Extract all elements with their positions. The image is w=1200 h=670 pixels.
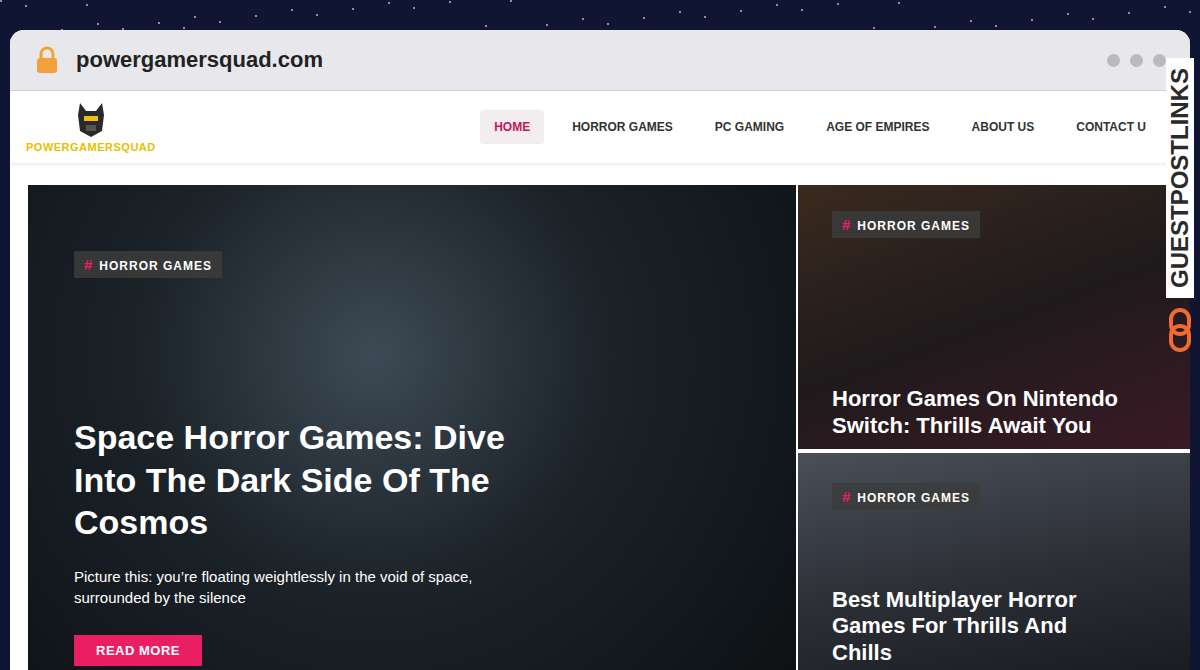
nav-item[interactable]: HORROR GAMES [558, 110, 687, 144]
star [183, 27, 185, 29]
link-icon [1168, 308, 1192, 352]
page: powergamersquad.comPOWERGAMERSQUADHOMEHO… [0, 0, 1200, 670]
window-dot[interactable] [1130, 54, 1143, 67]
star [1189, 11, 1191, 13]
star [1128, 12, 1130, 14]
star [995, 25, 997, 27]
lock-icon [34, 46, 60, 74]
nav-item[interactable]: HOME [480, 110, 544, 144]
star [158, 22, 160, 24]
post-tag[interactable]: #HORROR GAMES [832, 483, 980, 510]
star [61, 29, 63, 31]
main-nav: HOME HORROR GAMES PC GAMING AGE OF EMPIRES A… [480, 110, 1160, 144]
side-post[interactable]: #HORROR GAMES Best Multiplayer Horror Gam… [798, 453, 1190, 670]
star [679, 11, 681, 13]
hero-title[interactable]: Space Horror Games: Dive Into The Dark S… [74, 416, 544, 544]
browser-bar: powergamersquad.com [10, 30, 1190, 91]
star [485, 25, 487, 27]
star [97, 23, 99, 25]
star [510, 0, 512, 2]
robot-icon [74, 101, 108, 139]
post-tag[interactable]: #HORROR GAMES [832, 211, 980, 238]
star [1164, 6, 1166, 8]
star [776, 4, 778, 6]
hero-excerpt: Picture this: you’re floating weightless… [74, 566, 514, 610]
nav-item[interactable]: ABOUT US [958, 110, 1049, 144]
star [1067, 13, 1069, 15]
star [86, 4, 88, 6]
star [413, 7, 415, 9]
browser-window: powergamersquad.comPOWERGAMERSQUADHOMEHO… [10, 30, 1190, 670]
star [934, 26, 936, 28]
url-text[interactable]: powergamersquad.com [76, 47, 1091, 73]
star [1031, 19, 1033, 21]
window-controls [1107, 54, 1166, 67]
watermark-text: GUESTPOSTLINKS [1166, 58, 1194, 298]
window-dot[interactable] [1153, 54, 1166, 67]
featured-posts: #HORROR GAMES Space Horror Games: Dive In… [10, 163, 1190, 670]
star [546, 24, 548, 26]
star [837, 3, 839, 5]
star [801, 9, 803, 11]
star [0, 0, 2, 2]
star [388, 2, 390, 4]
window-dot[interactable] [1107, 54, 1120, 67]
star [352, 8, 354, 10]
side-post[interactable]: #HORROR GAMES Horror Games On Nintendo Sw… [798, 185, 1190, 449]
star [704, 16, 706, 18]
star [316, 14, 318, 16]
nav-item[interactable]: CONTACT U [1062, 110, 1160, 144]
star [255, 15, 257, 17]
star [194, 16, 196, 18]
logo[interactable]: POWERGAMERSQUAD [26, 101, 156, 153]
site-header: POWERGAMERSQUAD HOME HORROR GAMES PC GAMING… [10, 91, 1190, 163]
logo-text: POWERGAMERSQUAD [26, 141, 156, 153]
star [1092, 18, 1094, 20]
star [740, 10, 742, 12]
nav-item[interactable]: AGE OF EMPIRES [812, 110, 943, 144]
side-posts: #HORROR GAMES Horror Games On Nintendo Sw… [798, 185, 1190, 670]
read-more-button[interactable]: READ MORE [74, 635, 202, 666]
star [291, 9, 293, 11]
star [898, 2, 900, 4]
hero-post[interactable]: #HORROR GAMES Space Horror Games: Dive In… [28, 185, 796, 670]
star [25, 5, 27, 7]
post-tag[interactable]: #HORROR GAMES [74, 251, 222, 278]
star [582, 18, 584, 20]
side-post-title[interactable]: Best Multiplayer Horror Games For Thrill… [832, 587, 1132, 666]
star [970, 20, 972, 22]
side-post-title[interactable]: Horror Games On Nintendo Switch: Thrills… [832, 386, 1132, 439]
nav-item[interactable]: PC GAMING [701, 110, 798, 144]
watermark: GUESTPOSTLINKS [1162, 58, 1198, 358]
star [873, 27, 875, 29]
star [643, 17, 645, 19]
star [219, 21, 221, 23]
star [122, 28, 124, 30]
star [607, 23, 609, 25]
star [449, 1, 451, 3]
